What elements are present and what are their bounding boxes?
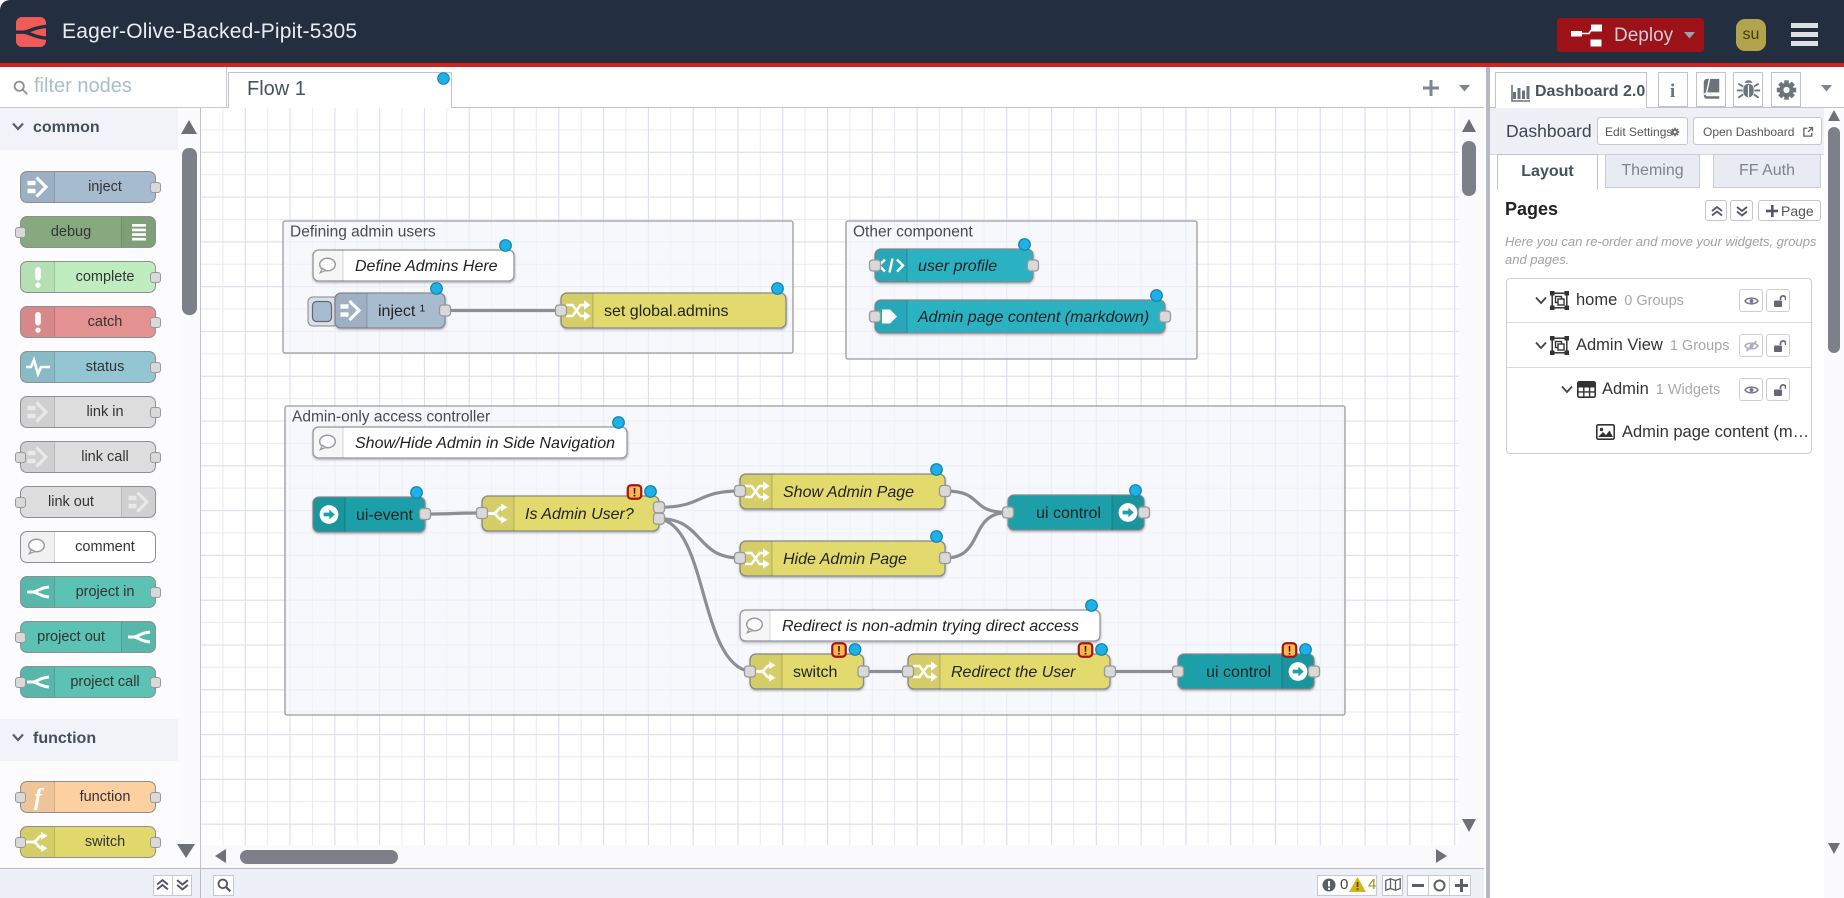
svg-text:ui control: ui control	[1206, 664, 1271, 681]
svg-text:inject ¹: inject ¹	[378, 303, 425, 320]
svg-text:Show Admin Page: Show Admin Page	[783, 484, 914, 501]
svg-text:Other component: Other component	[853, 224, 973, 241]
svg-text:Defining admin users: Defining admin users	[290, 224, 436, 241]
svg-text:ui-event: ui-event	[356, 507, 413, 524]
svg-text:user profile: user profile	[918, 258, 997, 275]
svg-text:Hide Admin Page: Hide Admin Page	[783, 551, 907, 568]
svg-text:Define Admins Here: Define Admins Here	[355, 258, 498, 275]
svg-text:Redirect the User: Redirect the User	[951, 664, 1076, 681]
svg-text:Redirect is non-admin trying d: Redirect is non-admin trying direct acce…	[782, 618, 1079, 635]
svg-text:!: !	[633, 486, 637, 500]
svg-text:Show/Hide Admin in Side Naviga: Show/Hide Admin in Side Navigation	[355, 435, 615, 452]
svg-text:set global.admins: set global.admins	[604, 303, 729, 320]
svg-text:!: !	[837, 644, 841, 658]
svg-text:Admin-only access controller: Admin-only access controller	[292, 409, 490, 426]
svg-text:!: !	[1288, 644, 1292, 658]
svg-text:!: !	[1084, 644, 1088, 658]
svg-text:Is Admin User?: Is Admin User?	[525, 506, 634, 523]
svg-text:ui control: ui control	[1036, 505, 1101, 522]
svg-text:Admin page content (markdown): Admin page content (markdown)	[917, 309, 1149, 326]
svg-text:switch: switch	[793, 664, 837, 681]
svg-text:i: i	[1670, 81, 1676, 102]
